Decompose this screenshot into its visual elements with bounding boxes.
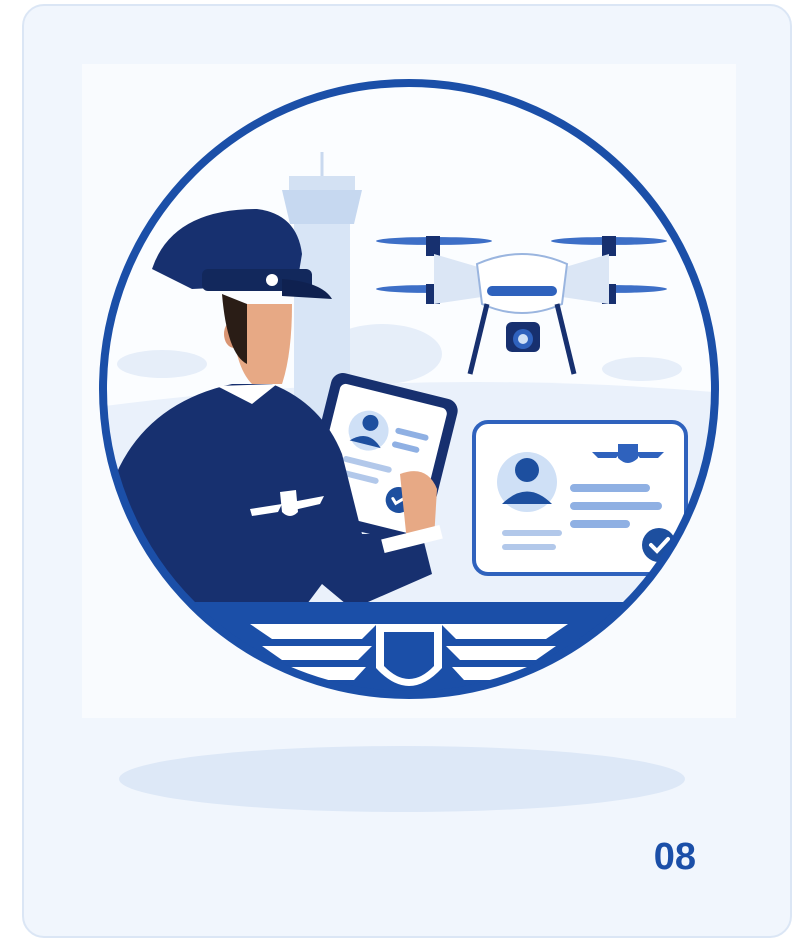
id-card-icon — [472, 420, 688, 576]
illustration-shadow — [119, 746, 685, 812]
pilot-drone-illustration — [99, 79, 719, 699]
illustration-frame — [82, 64, 736, 718]
card-number: 08 — [653, 836, 696, 878]
feature-card: 08 — [22, 4, 792, 938]
